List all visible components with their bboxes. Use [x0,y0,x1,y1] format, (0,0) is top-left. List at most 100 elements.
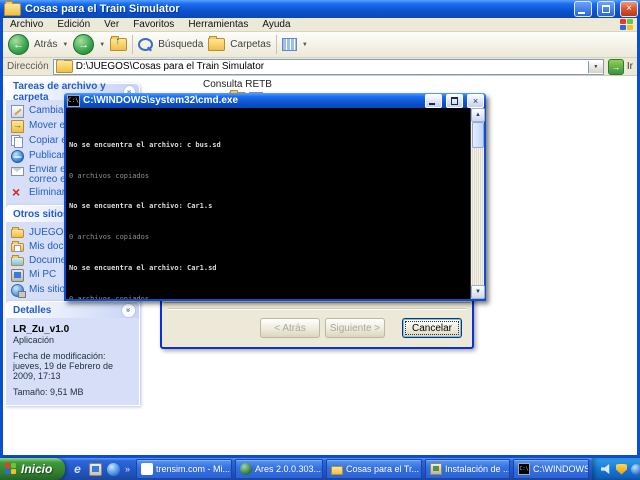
details-file-type: Aplicación [13,335,134,345]
desktop: Cosas para el Train Simulator × Archivo … [0,0,640,480]
details-body: LR_Zu_v1.0 Aplicación Fecha de modificac… [6,318,139,405]
other-places-title: Otros sitios [13,209,69,220]
console-line: No se encuentra el archivo: Car1.s [69,203,470,211]
details-header[interactable]: Detalles » [6,302,139,318]
volume-icon[interactable] [601,464,612,475]
taskbar-window-button[interactable]: trensim.com - Mi... [136,459,232,479]
task-item-icon [11,135,24,148]
security-shield-icon[interactable] [616,464,627,475]
windows-logo-icon [619,19,635,31]
go-button[interactable]: → Ir [608,59,633,75]
cmd-minimize-button[interactable] [425,94,442,108]
console-line: 0 archivos copiados [69,296,470,299]
folders-label[interactable]: Carpetas [230,39,271,50]
views-dropdown-icon[interactable]: ▼ [302,42,308,48]
start-button[interactable]: Inicio [0,458,65,480]
system-tray: 17:15 [592,458,640,480]
explorer-titlebar[interactable]: Cosas para el Train Simulator × [0,0,640,18]
folder-icon [4,3,21,16]
collapse-chevron-icon[interactable]: » [121,303,136,318]
address-bar: Dirección D:\JUEGOS\Cosas para el Train … [3,58,637,76]
menu-bar: Archivo Edición Ver Favoritos Herramient… [3,18,637,32]
cmd-restore-button[interactable] [446,94,463,108]
console-line: No se encuentra el archivo: Car1.sd [69,265,470,273]
cmd-titlebar[interactable]: C:\WINDOWS\system32\cmd.exe × [64,93,486,108]
taskbar-button-icon [518,463,530,475]
back-label: Atrás [34,39,57,50]
toolbar-separator [276,35,277,54]
console-line: 0 archivos copiados [69,234,470,242]
address-value: D:\JUEGOS\Cosas para el Train Simulator [76,61,585,72]
address-folder-icon [56,60,73,73]
menu-item[interactable]: Ver [97,18,126,31]
show-desktop-icon[interactable] [89,463,102,476]
taskbar-button-label: Instalación de ... [445,464,510,474]
cmd-window: C:\WINDOWS\system32\cmd.exe × No se encu… [64,93,486,301]
taskbar-button-label: Ares 2.0.0.303... [255,464,321,474]
task-buttons: trensim.com - Mi... Ares 2.0.0.303... Co… [136,459,592,479]
address-input[interactable]: D:\JUEGOS\Cosas para el Train Simulator … [53,59,604,75]
taskbar-button-label: trensim.com - Mi... [156,464,230,474]
window-title: Cosas para el Train Simulator [25,3,569,15]
details-title: Detalles [13,305,51,316]
cancel-button[interactable]: Cancelar [402,318,462,338]
wizard-buttons: < Atrás Siguiente > Cancelar [260,318,462,338]
forward-button[interactable]: → [73,34,94,55]
menu-item[interactable]: Herramientas [181,18,255,31]
task-item-icon [11,120,24,133]
messenger-icon[interactable] [631,464,640,475]
scroll-down-icon[interactable]: ▼ [471,285,485,299]
back-button[interactable]: ← [8,34,29,55]
taskbar-window-button[interactable]: Cosas para el Tr... [326,459,422,479]
minimize-button[interactable] [574,1,592,17]
taskbar-button-icon [141,463,153,475]
internet-explorer-icon[interactable]: e [71,463,84,476]
back-button[interactable]: < Atrás [260,318,320,338]
task-item-icon [11,187,24,200]
up-button[interactable]: ↑ [110,38,127,51]
forward-dropdown-icon[interactable]: ▼ [99,42,105,48]
taskbar-button-label: C:\WINDOWS\s... [533,464,589,474]
menu-item[interactable]: Favoritos [126,18,181,31]
details-size: Tamaño: 9,51 MB [13,387,134,397]
restore-button[interactable] [597,1,615,17]
task-item-icon [11,105,24,118]
menu-item[interactable]: Edición [50,18,97,31]
cmd-close-button[interactable]: × [467,94,484,108]
taskbar-button-icon [240,463,252,475]
place-item-icon [11,257,24,266]
cmd-title: C:\WINDOWS\system32\cmd.exe [83,95,421,106]
toolbar-separator [132,35,133,54]
console-line: 0 archivos copiados [69,173,470,181]
taskbar-window-button[interactable]: Instalación de ... [425,459,510,479]
cmd-scrollbar[interactable]: ▲ ▼ [470,108,484,299]
folders-icon[interactable] [208,38,225,51]
taskbar: Inicio e » trensim.com - Mi... Ares 2.0.… [0,458,640,480]
close-button[interactable]: × [620,1,638,17]
wizard-separator [168,308,466,309]
taskbar-button-icon [430,463,442,475]
address-dropdown-icon[interactable]: ▼ [588,61,603,73]
console-line: No se encuentra el archivo: c bus.sd [69,142,470,150]
search-label[interactable]: Búsqueda [158,39,203,50]
quick-launch-icon[interactable] [107,463,120,476]
taskbar-window-button[interactable]: C:\WINDOWS\s... [513,459,589,479]
start-label: Inicio [21,462,52,476]
scroll-up-icon[interactable]: ▲ [471,108,485,122]
file-item-label: Consulta RETB [203,79,272,90]
place-item-icon [11,229,24,238]
cmd-icon [67,95,80,107]
next-button[interactable]: Siguiente > [325,318,385,338]
quick-launch-overflow-icon[interactable]: » [125,464,130,474]
scroll-thumb[interactable] [472,122,484,148]
details-panel: Detalles » LR_Zu_v1.0 Aplicación Fecha d… [5,301,140,406]
details-file-name: LR_Zu_v1.0 [13,324,134,335]
windows-flag-icon [5,463,17,475]
views-icon[interactable] [282,38,297,51]
menu-item[interactable]: Ayuda [255,18,297,31]
search-icon[interactable] [138,38,153,51]
taskbar-button-icon [331,466,343,475]
taskbar-window-button[interactable]: Ares 2.0.0.303... [235,459,323,479]
back-dropdown-icon[interactable]: ▼ [62,42,68,48]
menu-item[interactable]: Archivo [3,18,50,31]
